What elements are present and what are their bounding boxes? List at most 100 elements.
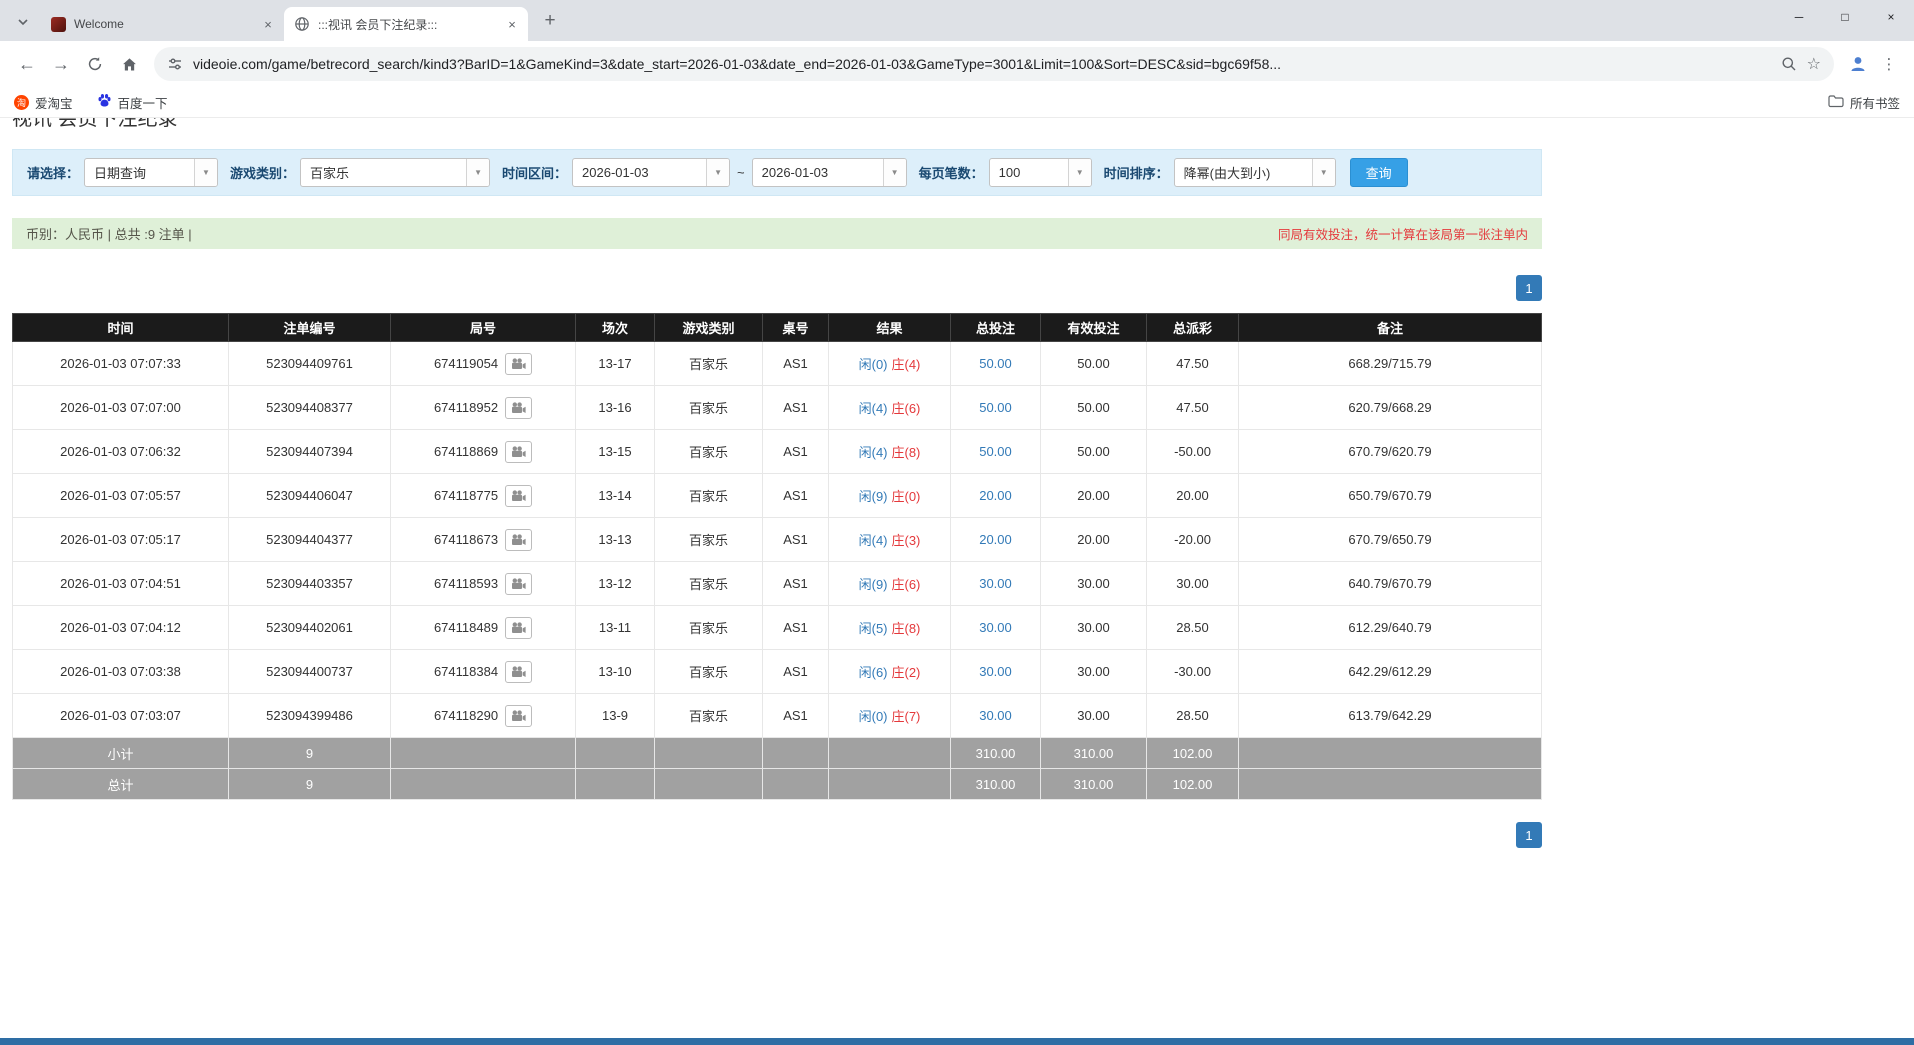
col-valid-bet: 有效投注 [1041,314,1147,342]
total-bet-link[interactable]: 20.00 [979,488,1012,503]
page-title-container: 视讯 会员下注纪录 [12,118,1542,133]
total-bet-link[interactable]: 20.00 [979,532,1012,547]
cell-table-no: AS1 [763,518,829,562]
tab-search-chevron-icon[interactable] [8,7,38,37]
tab-close-icon[interactable]: × [260,16,276,32]
video-replay-icon[interactable] [505,573,532,595]
total-bet-link[interactable]: 30.00 [979,708,1012,723]
chevron-down-icon[interactable]: ▼ [1068,159,1091,186]
tab-welcome[interactable]: Welcome × [40,7,284,41]
window-close-button[interactable]: × [1868,0,1914,34]
round-number: 674118952 [434,400,498,415]
bookmark-label: 爱淘宝 [35,93,73,112]
bookmark-aitaobao[interactable]: 淘 爱淘宝 [14,93,73,112]
cell-game-type: 百家乐 [655,562,763,606]
browser-menu-icon[interactable]: ⋮ [1874,48,1904,80]
game-type-dropdown[interactable]: 百家乐 ▼ [300,158,490,187]
cell-valid-bet: 30.00 [1041,694,1147,738]
total-bet-link[interactable]: 30.00 [979,620,1012,635]
total-total-bet: 310.00 [951,769,1041,800]
result-player: 闲(9) [859,489,888,504]
cell-result: 闲(4)庄(3) [829,518,951,562]
maximize-button[interactable]: □ [1822,0,1868,34]
total-bet-link[interactable]: 50.00 [979,356,1012,371]
summary-bar: 币别：人民币 | 总共 :9 注单 | 同局有效投注，统一计算在该局第一张注单内 [12,218,1542,249]
col-game-type: 游戏类别 [655,314,763,342]
date-start-dropdown[interactable]: 2026-01-03 ▼ [572,158,730,187]
cell-payout: -30.00 [1147,650,1239,694]
video-replay-icon[interactable] [505,441,532,463]
page-content: 视讯 会员下注纪录 请选择： 日期查询 ▼ 游戏类别： 百家乐 ▼ 时间区间： … [12,118,1542,848]
chevron-down-icon[interactable]: ▼ [883,159,906,186]
taobao-icon: 淘 [14,95,29,110]
page-1-button[interactable]: 1 [1516,275,1542,301]
select-type-dropdown[interactable]: 日期查询 ▼ [84,158,218,187]
total-count: 9 [229,769,391,800]
page-1-button[interactable]: 1 [1516,822,1542,848]
round-number: 674118869 [434,444,498,459]
chevron-down-icon[interactable]: ▼ [194,159,217,186]
bookmark-baidu[interactable]: 百度一下 [97,93,168,112]
subtotal-total-bet: 310.00 [951,738,1041,769]
cell-result: 闲(5)庄(8) [829,606,951,650]
cell-note: 650.79/670.79 [1239,474,1542,518]
video-replay-icon[interactable] [505,353,532,375]
chevron-down-icon[interactable]: ▼ [1312,159,1335,186]
all-bookmarks-button[interactable]: 所有书签 [1828,93,1900,112]
video-replay-icon[interactable] [505,617,532,639]
reload-button[interactable] [78,47,112,81]
bookmark-star-icon[interactable]: ☆ [1807,54,1821,74]
cell-note: 670.79/650.79 [1239,518,1542,562]
date-end-dropdown[interactable]: 2026-01-03 ▼ [752,158,907,187]
cell-game-type: 百家乐 [655,650,763,694]
chevron-down-icon[interactable]: ▼ [706,159,729,186]
cell-payout: -50.00 [1147,430,1239,474]
date-start-value: 2026-01-03 [573,159,706,186]
video-replay-icon[interactable] [505,661,532,683]
new-tab-button[interactable]: + [536,7,564,35]
url-text[interactable]: videoie.com/game/betrecord_search/kind3?… [193,56,1771,72]
total-payout: 102.00 [1147,769,1239,800]
result-banker: 庄(6) [892,577,921,592]
cell-game-type: 百家乐 [655,518,763,562]
cell-valid-bet: 30.00 [1041,562,1147,606]
zoom-icon[interactable] [1781,56,1797,72]
chevron-down-icon[interactable]: ▼ [466,159,489,186]
page-size-label: 每页笔数： [919,163,984,182]
folder-icon [1828,94,1844,111]
page-size-dropdown[interactable]: 100 ▼ [989,158,1092,187]
cell-game-type: 百家乐 [655,694,763,738]
currency-summary-text: 币别：人民币 | 总共 :9 注单 | [26,224,192,243]
total-valid-bet: 310.00 [1041,769,1147,800]
cell-table-no: AS1 [763,694,829,738]
video-replay-icon[interactable] [505,397,532,419]
cell-total-bet: 20.00 [951,474,1041,518]
back-button[interactable]: ← [10,47,44,81]
minimize-button[interactable]: ─ [1776,0,1822,34]
video-replay-icon[interactable] [505,705,532,727]
total-bet-link[interactable]: 50.00 [979,444,1012,459]
forward-button[interactable]: → [44,47,78,81]
cell-round: 674118290 [391,694,576,738]
cell-bet-id: 523094403357 [229,562,391,606]
result-player: 闲(0) [859,709,888,724]
profile-avatar[interactable] [1842,48,1874,80]
video-replay-icon[interactable] [505,529,532,551]
col-total-bet: 总投注 [951,314,1041,342]
total-bet-link[interactable]: 30.00 [979,576,1012,591]
address-bar[interactable]: videoie.com/game/betrecord_search/kind3?… [154,47,1834,81]
total-bet-link[interactable]: 30.00 [979,664,1012,679]
site-settings-icon[interactable] [167,56,183,72]
sort-dropdown[interactable]: 降幂(由大到小) ▼ [1174,158,1336,187]
tab-bet-record[interactable]: :::视讯 会员下注纪录::: × [284,7,528,41]
result-banker: 庄(8) [892,445,921,460]
col-payout: 总派彩 [1147,314,1239,342]
cell-payout: 20.00 [1147,474,1239,518]
search-button[interactable]: 查询 [1350,158,1408,187]
video-replay-icon[interactable] [505,485,532,507]
total-bet-link[interactable]: 50.00 [979,400,1012,415]
footer-strip [0,1038,1914,1045]
tab-close-icon[interactable]: × [504,16,520,32]
browser-tab-strip: Welcome × :::视讯 会员下注纪录::: × + ─ □ × [0,0,1914,41]
home-button[interactable] [112,47,146,81]
